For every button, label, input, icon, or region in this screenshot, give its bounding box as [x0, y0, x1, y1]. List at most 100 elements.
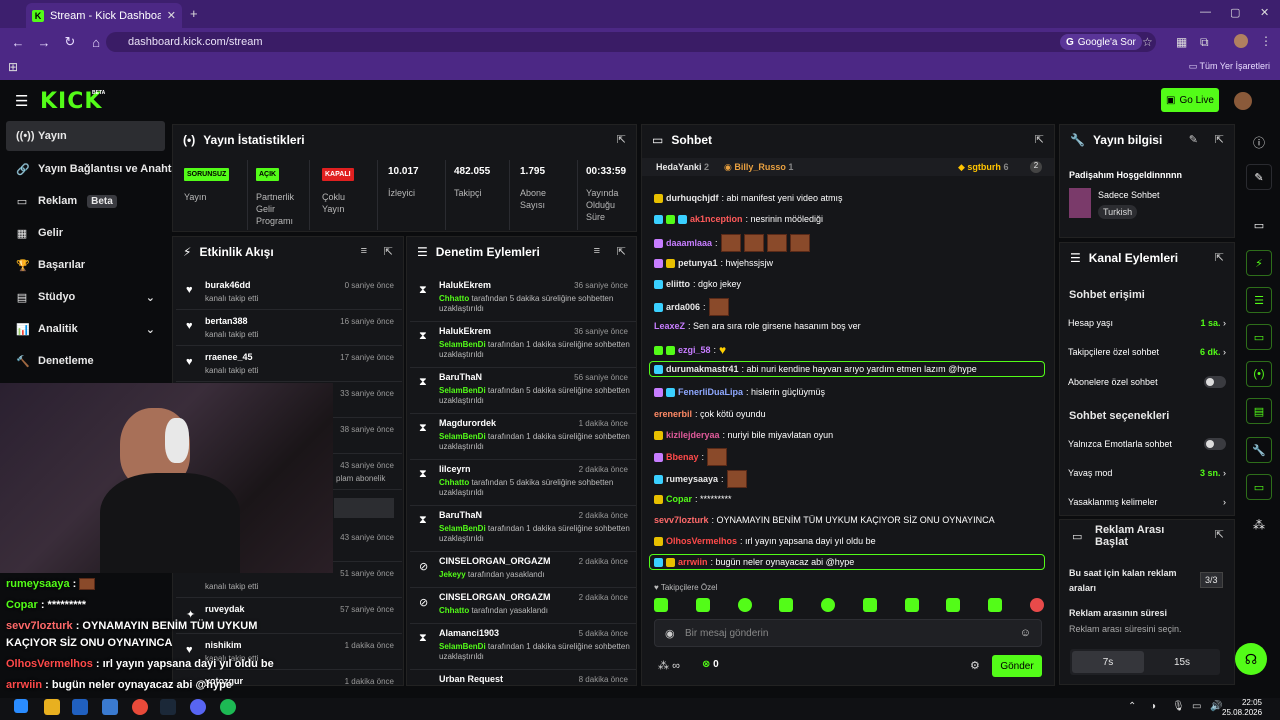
forward-icon[interactable]: → — [36, 34, 52, 50]
popout-icon[interactable]: ⇱ — [1215, 251, 1224, 264]
mod-target-user[interactable]: Magdurordek — [439, 418, 496, 428]
emoji-icon[interactable]: ☺ — [1020, 627, 1031, 639]
spotify-icon[interactable] — [220, 699, 236, 715]
mod-target-user[interactable]: CINSELORGAN_ORGAZM — [439, 592, 551, 602]
puzzle-icon[interactable]: ⧉ — [1200, 35, 1209, 50]
chat-username[interactable]: OlhosVermelhos — [666, 536, 737, 546]
popout-icon[interactable]: ⇱ — [1215, 133, 1224, 146]
emote-icon[interactable] — [862, 598, 877, 612]
sidebar-item-gelir[interactable]: ▦ Gelir — [6, 218, 165, 248]
popout-icon[interactable]: ⇱ — [384, 245, 393, 258]
emote-icon[interactable] — [737, 598, 752, 612]
rail-lightning-button[interactable]: ⚡ — [1246, 250, 1272, 276]
go-live-button[interactable]: ▣ Go Live — [1161, 88, 1219, 112]
mod-target-user[interactable]: lilceyrn — [439, 464, 471, 474]
sidebar-item-reklam[interactable]: ▭ Reklam Beta — [6, 186, 165, 216]
chat-username[interactable]: ak1nception — [690, 214, 743, 224]
chat-username[interactable]: LeaxeZ — [654, 321, 685, 331]
chat-username[interactable]: arda006 — [666, 302, 700, 312]
popout-icon[interactable]: ⇱ — [1215, 528, 1224, 541]
discord-icon[interactable] — [190, 699, 206, 715]
slow-mode-row[interactable]: Yavaş mod 3 sn. › — [1068, 468, 1226, 478]
edit-icon[interactable]: ✎ — [1189, 133, 1198, 146]
back-icon[interactable]: ← — [10, 34, 26, 50]
network-icon[interactable]: ▭ — [1192, 701, 1201, 712]
moderator-name[interactable]: Chhatto — [439, 294, 469, 303]
emote-icon[interactable] — [821, 598, 836, 612]
chat-username[interactable]: durhuqchjdf — [666, 193, 719, 203]
hamburger-menu-icon[interactable]: ☰ — [15, 92, 28, 110]
moderator-name[interactable]: Jekeyy — [439, 570, 466, 579]
send-button[interactable]: Gönder — [992, 655, 1042, 677]
subs-only-toggle[interactable] — [1204, 376, 1226, 388]
emote-icon[interactable] — [654, 598, 668, 612]
extension-icon[interactable]: ▦ — [1176, 35, 1187, 49]
chat-username[interactable]: ezgi_58 — [678, 345, 711, 355]
activity-user[interactable]: burak46dd — [205, 280, 251, 290]
rail-wrench-button[interactable]: 🔧 — [1246, 437, 1272, 463]
rail-chat-button[interactable]: ▭ — [1246, 324, 1272, 350]
info-icon[interactable]: ⓘ — [1253, 134, 1265, 151]
url-field[interactable]: dashboard.kick.com/stream — [106, 32, 1156, 52]
chat-username[interactable]: daaamlaaa — [666, 238, 712, 248]
moderator-name[interactable]: SelamBenDi — [439, 386, 486, 395]
google-ask-button[interactable]: G Google'a Sor — [1060, 34, 1142, 50]
moderator-name[interactable]: SelamBenDi — [439, 340, 486, 349]
browser-tab[interactable]: K Stream - Kick Dashboard ✕ — [26, 3, 182, 28]
steam-icon[interactable] — [160, 699, 176, 715]
chat-settings-icon[interactable]: ⚙ — [970, 659, 980, 672]
banned-words-row[interactable]: Yasaklanmış kelimeler › — [1068, 497, 1226, 507]
ad-duration-7s[interactable]: 7s — [1072, 651, 1144, 673]
new-tab-icon[interactable]: + — [190, 6, 198, 21]
rail-ad-button[interactable]: ▭ — [1246, 212, 1272, 238]
sidebar-item-studyo[interactable]: ▤ Stüdyo ⌄ — [6, 282, 165, 312]
filter-icon[interactable]: ≡ — [594, 245, 600, 257]
microphone-icon[interactable]: 🎙 — [1172, 701, 1185, 712]
filter-icon[interactable]: ≡ — [361, 245, 367, 257]
top-gifter[interactable]: ◆ sgtburh 6 — [958, 162, 1008, 173]
activity-user[interactable]: bertan388 — [205, 316, 248, 326]
close-tab-icon[interactable]: ✕ — [167, 9, 176, 22]
more-gifters-badge[interactable]: 2 — [1030, 161, 1042, 173]
emote-icon[interactable] — [946, 598, 961, 612]
sidebar-item-analitik[interactable]: 📊 Analitik ⌄ — [6, 314, 165, 344]
maximize-icon[interactable]: ▢ — [1230, 6, 1240, 19]
top-gifter[interactable]: HedaYanki 2 — [656, 162, 709, 172]
sidebar-item-yayin[interactable]: ((•)) Yayın — [6, 121, 165, 151]
channel-points-icon[interactable]: ⁂ ∞ — [658, 659, 680, 672]
star-icon[interactable]: ☆ — [1142, 35, 1153, 49]
volume-icon[interactable]: 🔊 — [1210, 701, 1222, 712]
mod-target-user[interactable]: CINSELORGAN_ORGAZM — [439, 556, 551, 566]
file-explorer-icon[interactable] — [44, 699, 60, 715]
chat-username[interactable]: eliitto — [666, 279, 690, 289]
chat-username[interactable]: durumakmastr41 — [666, 364, 739, 374]
mod-target-user[interactable]: HalukEkrem — [439, 280, 491, 290]
chat-username[interactable]: kizilejderyaa — [666, 430, 720, 440]
emote-icon[interactable] — [1029, 598, 1044, 612]
chat-username[interactable]: sevv7lozturk — [654, 515, 709, 525]
all-bookmarks-link[interactable]: ▭ Tüm Yer İşaretleri — [1189, 61, 1270, 72]
category-name[interactable]: Sadece Sohbet — [1098, 190, 1160, 200]
mod-target-user[interactable]: HalukEkrem — [439, 326, 491, 336]
mod-target-user[interactable]: Alamanci1903 — [439, 628, 499, 638]
tray-app-icon[interactable]: ◑ — [1150, 701, 1156, 712]
rail-edit-button[interactable]: ✎ — [1246, 164, 1272, 190]
rail-actions-button[interactable]: ▤ — [1246, 398, 1272, 424]
store-icon[interactable] — [72, 699, 88, 715]
emote-icon[interactable] — [779, 598, 794, 612]
chat-username[interactable]: petunya1 — [678, 258, 718, 268]
chat-username[interactable]: arrwiin — [678, 557, 708, 567]
chat-username[interactable]: Copar — [666, 494, 692, 504]
share-icon[interactable]: ⁂ — [1253, 518, 1265, 532]
tray-chevron-icon[interactable]: ⌃ — [1128, 701, 1136, 712]
moderator-name[interactable]: Chhatto — [439, 606, 469, 615]
ad-duration-15s[interactable]: 15s — [1146, 651, 1218, 673]
popout-icon[interactable]: ⇱ — [617, 133, 626, 146]
moderator-name[interactable]: SelamBenDi — [439, 524, 486, 533]
sidebar-item-stream-key[interactable]: 🔗 Yayın Bağlantısı ve Anahtar — [6, 154, 182, 184]
activity-user[interactable]: rraenee_45 — [205, 352, 253, 362]
emotes-only-toggle[interactable] — [1204, 438, 1226, 450]
account-age-row[interactable]: Hesap yaşı 1 sa. › — [1068, 318, 1226, 328]
chat-username[interactable]: FenerliDuaLipa — [678, 387, 743, 397]
emote-icon[interactable] — [695, 598, 710, 612]
